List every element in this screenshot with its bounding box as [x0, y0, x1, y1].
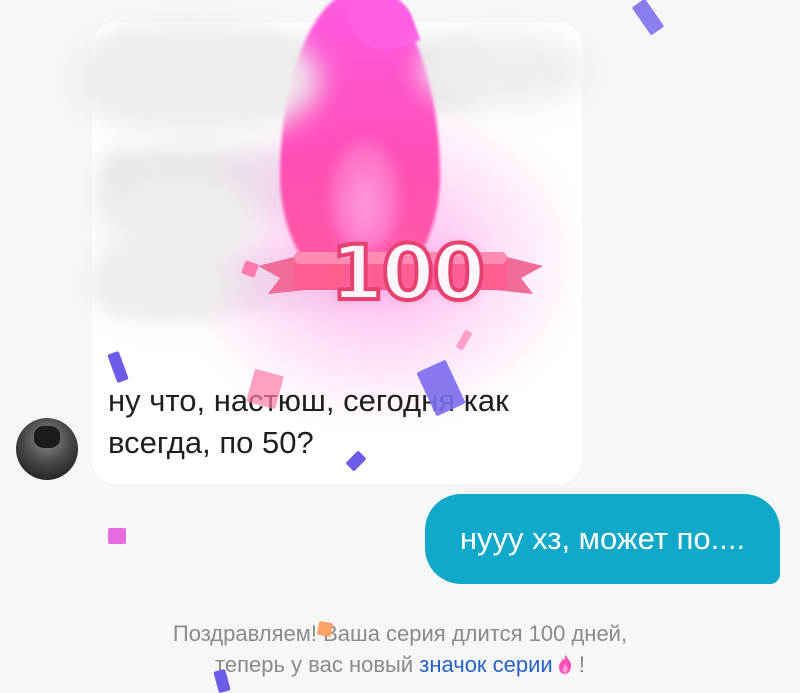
confetti: [631, 0, 665, 36]
message-line: ну что, настюш, сегодня как: [108, 383, 509, 418]
avatar-photo: [34, 426, 60, 448]
confetti: [316, 620, 334, 638]
system-text: теперь у вас новый: [215, 652, 420, 677]
blur-cloud: [70, 20, 320, 140]
streak-count: 100: [329, 226, 488, 319]
sender-avatar[interactable]: [16, 418, 78, 480]
blur-cloud: [420, 30, 590, 110]
system-line: Поздравляем! Ваша серия длится 100 дней,: [172, 621, 628, 646]
system-text: !: [572, 652, 585, 677]
chat-view: 100 ну что, настюш, сегодня как всегда, …: [0, 0, 800, 693]
confetti: [108, 528, 126, 544]
outgoing-message-text: нууу хз, может по....: [459, 521, 746, 556]
message-line: всегда, по 50?: [108, 425, 314, 460]
fire-icon: [558, 654, 571, 674]
blur-cloud: [90, 250, 240, 320]
streak-badge-link[interactable]: значок серии: [419, 652, 552, 677]
streak-system-message: Поздравляем! Ваша серия длится 100 дней,…: [100, 618, 700, 680]
incoming-message-text: ну что, настюш, сегодня как всегда, по 5…: [108, 380, 568, 464]
outgoing-message-bubble[interactable]: нууу хз, может по....: [425, 494, 780, 584]
system-line: теперь у вас новый значок серии !: [100, 649, 700, 680]
